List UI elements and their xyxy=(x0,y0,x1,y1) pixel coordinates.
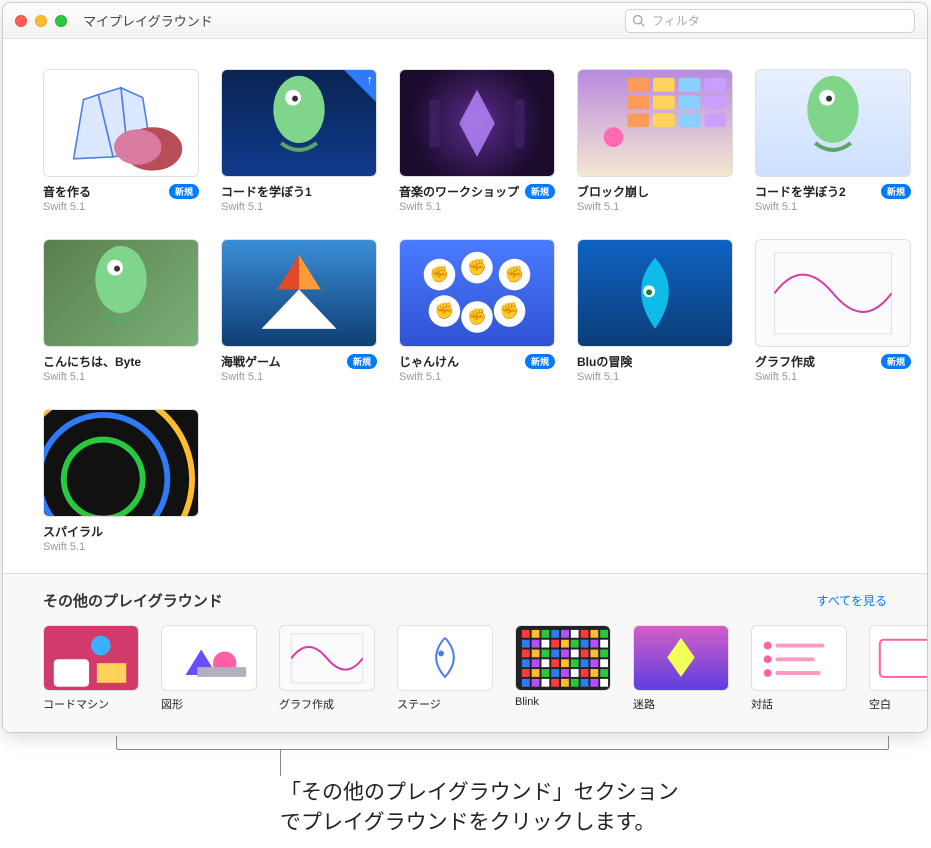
more-playground-card[interactable]: 対話 xyxy=(751,625,847,712)
playground-title: グラフ作成 xyxy=(279,696,375,712)
playground-subtitle: Swift 5.1 xyxy=(221,201,377,213)
playground-title: コードを学ぼう1 xyxy=(221,183,312,200)
playground-thumbnail xyxy=(43,625,139,691)
minimize-button[interactable] xyxy=(35,15,47,27)
playground-subtitle: Swift 5.1 xyxy=(755,371,911,383)
callout-bracket xyxy=(116,736,889,750)
upload-corner-icon xyxy=(344,70,376,102)
more-playgrounds-strip: コードマシン 図形 グラフ作成 ステージ Blink 迷路 対話 空白 xyxy=(43,625,887,712)
svg-text:✊: ✊ xyxy=(505,265,525,283)
new-badge: 新規 xyxy=(347,354,377,369)
more-playground-card[interactable]: グラフ作成 xyxy=(279,625,375,712)
filter-placeholder: フィルタ xyxy=(652,12,700,29)
playground-thumbnail xyxy=(755,239,911,347)
section-title: その他のプレイグラウンド xyxy=(43,590,223,611)
playground-card[interactable]: ✊ ✊ ✊ ✊ ✊ ✊ じゃんけん 新規 Swift 5.1 xyxy=(399,239,555,383)
playground-subtitle: Swift 5.1 xyxy=(399,201,555,213)
new-badge: 新規 xyxy=(881,184,911,199)
playground-title: じゃんけん xyxy=(399,353,459,370)
playground-title: 海戦ゲーム xyxy=(221,353,281,370)
more-playground-card[interactable]: 図形 xyxy=(161,625,257,712)
playground-subtitle: Swift 5.1 xyxy=(755,201,911,213)
app-window: マイプレイグラウンド フィルタ 音を作る 新規 Swift 5.1 コードを学ぼ… xyxy=(2,2,928,733)
search-icon xyxy=(632,14,646,28)
filter-search[interactable]: フィルタ xyxy=(625,9,915,33)
playground-subtitle: Swift 5.1 xyxy=(221,371,377,383)
more-playground-card[interactable]: Blink xyxy=(515,625,611,712)
playground-thumbnail: ✊ ✊ ✊ ✊ ✊ ✊ xyxy=(399,239,555,347)
playground-card[interactable]: コードを学ぼう1 Swift 5.1 xyxy=(221,69,377,213)
playground-thumbnail xyxy=(43,69,199,177)
callout-text: 「その他のプレイグラウンド」セクション でプレイグラウンドをクリックします。 xyxy=(280,778,679,839)
playground-subtitle: Swift 5.1 xyxy=(577,201,733,213)
playground-title: ステージ xyxy=(397,696,493,712)
close-button[interactable] xyxy=(15,15,27,27)
playground-thumbnail xyxy=(279,625,375,691)
new-badge: 新規 xyxy=(169,184,199,199)
playground-title: こんにちは、Byte xyxy=(43,353,141,370)
playground-thumbnail xyxy=(577,239,733,347)
playground-title: 図形 xyxy=(161,696,257,712)
playground-title: 音を作る xyxy=(43,183,91,200)
playground-card[interactable]: スパイラル Swift 5.1 xyxy=(43,409,199,553)
playground-title: グラフ作成 xyxy=(755,353,815,370)
playground-thumbnail xyxy=(515,625,611,691)
playground-thumbnail xyxy=(869,625,928,691)
new-badge: 新規 xyxy=(525,354,555,369)
new-badge: 新規 xyxy=(881,354,911,369)
playground-card[interactable]: こんにちは、Byte Swift 5.1 xyxy=(43,239,199,383)
playground-card[interactable]: ブロック崩し Swift 5.1 xyxy=(577,69,733,213)
playground-thumbnail xyxy=(43,409,199,517)
playground-thumbnail xyxy=(633,625,729,691)
playground-subtitle: Swift 5.1 xyxy=(43,201,199,213)
playground-thumbnail xyxy=(399,69,555,177)
playground-title: スパイラル xyxy=(43,523,103,540)
playground-card[interactable]: 音楽のワークショップ 新規 Swift 5.1 xyxy=(399,69,555,213)
playground-thumbnail xyxy=(43,239,199,347)
more-playgrounds-section: その他のプレイグラウンド すべてを見る コードマシン 図形 グラフ作成 ステージ… xyxy=(3,573,927,732)
playground-thumbnail xyxy=(751,625,847,691)
playground-card[interactable]: グラフ作成 新規 Swift 5.1 xyxy=(755,239,911,383)
playground-thumbnail xyxy=(161,625,257,691)
window-controls xyxy=(15,15,67,27)
zoom-button[interactable] xyxy=(55,15,67,27)
playground-card[interactable]: Bluの冒険 Swift 5.1 xyxy=(577,239,733,383)
playground-title: コードマシン xyxy=(43,696,139,712)
playground-card[interactable]: 音を作る 新規 Swift 5.1 xyxy=(43,69,199,213)
playground-grid: 音を作る 新規 Swift 5.1 コードを学ぼう1 Swift 5.1 音楽の… xyxy=(3,39,927,573)
playground-subtitle: Swift 5.1 xyxy=(43,541,199,553)
playground-title: 音楽のワークショップ xyxy=(399,183,519,200)
svg-text:✊: ✊ xyxy=(435,302,455,320)
playground-title: 対話 xyxy=(751,696,847,712)
playground-title: 空白 xyxy=(869,696,928,712)
playground-title: Bluの冒険 xyxy=(577,353,632,370)
playground-thumbnail xyxy=(221,239,377,347)
svg-text:✊: ✊ xyxy=(467,258,487,276)
playground-thumbnail xyxy=(577,69,733,177)
new-badge: 新規 xyxy=(525,184,555,199)
playground-card[interactable]: コードを学ぼう2 新規 Swift 5.1 xyxy=(755,69,911,213)
see-all-link[interactable]: すべてを見る xyxy=(817,592,887,609)
playground-subtitle: Swift 5.1 xyxy=(399,371,555,383)
svg-text:✊: ✊ xyxy=(430,265,450,283)
svg-text:✊: ✊ xyxy=(500,302,520,320)
playground-title: コードを学ぼう2 xyxy=(755,183,846,200)
playground-thumbnail xyxy=(755,69,911,177)
more-playground-card[interactable]: ステージ xyxy=(397,625,493,712)
playground-title: ブロック崩し xyxy=(577,183,649,200)
playground-subtitle: Swift 5.1 xyxy=(43,371,199,383)
playground-title: Blink xyxy=(515,696,611,708)
playground-card[interactable]: 海戦ゲーム 新規 Swift 5.1 xyxy=(221,239,377,383)
more-playground-card[interactable]: 空白 xyxy=(869,625,928,712)
playground-subtitle: Swift 5.1 xyxy=(577,371,733,383)
callout-stem xyxy=(280,750,281,776)
playground-thumbnail xyxy=(397,625,493,691)
playground-thumbnail xyxy=(221,69,377,177)
playground-title: 迷路 xyxy=(633,696,729,712)
more-playground-card[interactable]: 迷路 xyxy=(633,625,729,712)
svg-text:✊: ✊ xyxy=(467,308,487,326)
titlebar: マイプレイグラウンド フィルタ xyxy=(3,3,927,39)
window-title: マイプレイグラウンド xyxy=(83,11,625,30)
more-playground-card[interactable]: コードマシン xyxy=(43,625,139,712)
